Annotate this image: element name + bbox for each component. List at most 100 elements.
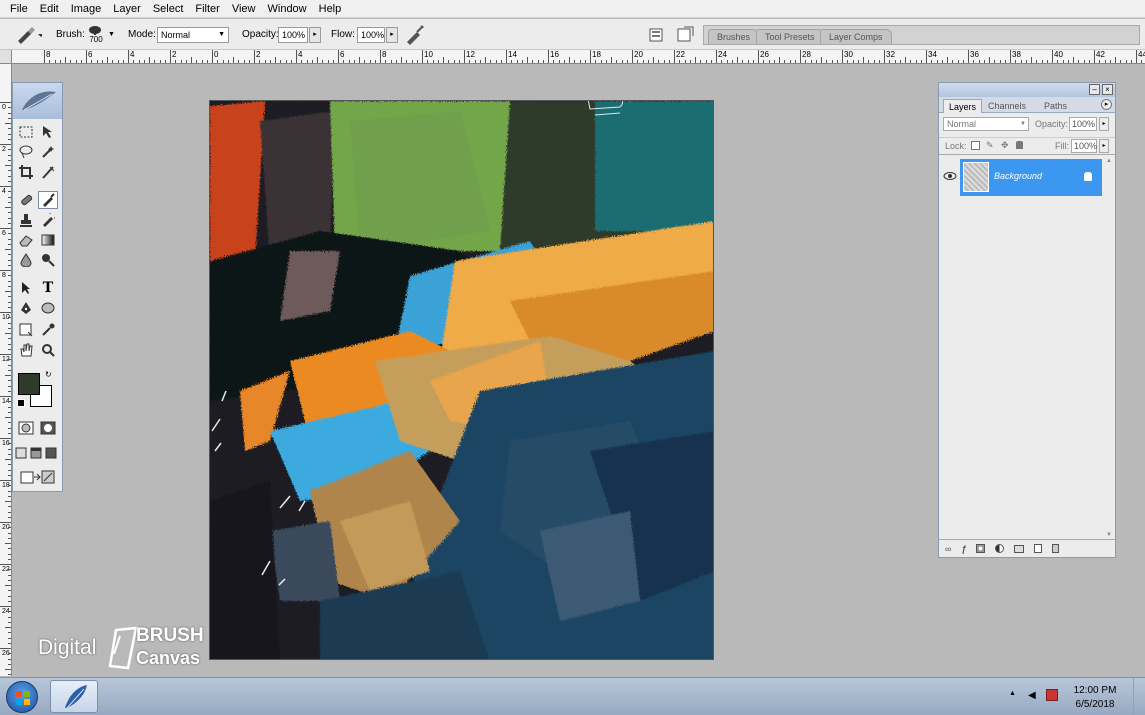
eyedropper-tool-icon[interactable] bbox=[38, 321, 58, 339]
fill-field[interactable]: 100% bbox=[1071, 139, 1097, 153]
menu-file[interactable]: File bbox=[4, 0, 34, 18]
default-colors-icon[interactable] bbox=[17, 399, 25, 407]
blur-tool-icon[interactable] bbox=[16, 251, 36, 269]
eraser-tool-icon[interactable] bbox=[16, 231, 36, 249]
standard-mode-icon[interactable] bbox=[16, 419, 36, 437]
tool-preset-picker[interactable] bbox=[14, 19, 42, 50]
magic-wand-tool-icon[interactable] bbox=[38, 143, 58, 161]
document-canvas[interactable] bbox=[209, 100, 714, 660]
swap-colors-icon[interactable]: ↻ bbox=[45, 370, 52, 379]
ruler-v-tick bbox=[0, 648, 11, 649]
layer-style-icon[interactable]: ƒ bbox=[961, 544, 966, 554]
feather-logo-icon[interactable] bbox=[18, 88, 58, 114]
lasso-tool-icon[interactable] bbox=[16, 143, 36, 161]
path-selection-tool-icon[interactable] bbox=[16, 279, 36, 297]
layer-mask-icon[interactable] bbox=[976, 544, 986, 553]
jump-to-imageready-icon[interactable] bbox=[18, 468, 58, 486]
healing-brush-tool-icon[interactable] bbox=[16, 191, 36, 209]
lock-transparency-icon[interactable] bbox=[971, 141, 980, 150]
menu-select[interactable]: Select bbox=[147, 0, 190, 18]
layer-opacity-slider-button[interactable]: ▸ bbox=[1099, 117, 1109, 131]
menu-filter[interactable]: Filter bbox=[189, 0, 225, 18]
fill-slider-button[interactable]: ▸ bbox=[1099, 139, 1109, 153]
history-brush-tool-icon[interactable] bbox=[38, 211, 58, 229]
brush-picker[interactable]: 700 bbox=[88, 19, 104, 50]
delete-layer-icon[interactable] bbox=[1052, 544, 1060, 553]
marquee-tool-icon[interactable] bbox=[16, 123, 36, 141]
ellipse-shape-tool-icon[interactable] bbox=[38, 299, 58, 317]
menu-edit[interactable]: Edit bbox=[34, 0, 65, 18]
ruler-origin[interactable] bbox=[0, 50, 12, 64]
well-tab-brushes[interactable]: Brushes bbox=[708, 29, 760, 44]
palette-menu-icon[interactable]: ▸ bbox=[1101, 99, 1112, 110]
pen-tool-icon[interactable] bbox=[16, 299, 36, 317]
network-icon[interactable] bbox=[1046, 689, 1058, 701]
tray-expand-icon[interactable]: ▲ bbox=[1009, 690, 1016, 697]
start-button[interactable] bbox=[6, 681, 38, 713]
brush-tool-icon[interactable] bbox=[38, 191, 58, 209]
slice-tool-icon[interactable] bbox=[38, 163, 58, 181]
layer-row-background[interactable]: Background bbox=[960, 159, 1102, 196]
close-icon[interactable]: × bbox=[1102, 84, 1113, 95]
lock-pixels-icon[interactable]: ✎ bbox=[986, 140, 994, 151]
airbrush-icon[interactable] bbox=[403, 24, 425, 46]
blend-mode-select[interactable]: Normal ▼ bbox=[943, 117, 1029, 131]
menu-view[interactable]: View bbox=[226, 0, 262, 18]
standard-screen-mode-icon[interactable] bbox=[14, 444, 28, 462]
lock-all-icon[interactable] bbox=[1016, 141, 1023, 149]
show-desktop-button[interactable] bbox=[1133, 678, 1145, 715]
type-tool-icon[interactable]: T bbox=[38, 279, 58, 297]
layer-opacity-field[interactable]: 100% bbox=[1069, 117, 1097, 131]
opacity-slider-button[interactable]: ▸ bbox=[309, 26, 321, 43]
ruler-h-tick bbox=[579, 60, 581, 63]
full-screen-mode-icon[interactable] bbox=[44, 444, 58, 462]
palette-well-icon[interactable] bbox=[674, 24, 696, 46]
lock-position-icon[interactable]: ✥ bbox=[1001, 140, 1009, 151]
system-clock[interactable]: 12:00 PM 6/5/2018 bbox=[1064, 684, 1126, 712]
zoom-tool-icon[interactable] bbox=[38, 341, 58, 359]
full-screen-menu-mode-icon[interactable] bbox=[29, 444, 43, 462]
scroll-down-icon[interactable]: ▼ bbox=[1106, 532, 1112, 538]
palette-scrollbar[interactable]: ▲ ▼ bbox=[1106, 158, 1114, 538]
palette-titlebar[interactable]: – × bbox=[939, 83, 1115, 97]
clone-stamp-tool-icon[interactable] bbox=[16, 211, 36, 229]
opacity-field[interactable]: 100% bbox=[278, 26, 308, 43]
menu-layer[interactable]: Layer bbox=[107, 0, 147, 18]
well-tab-layer-comps[interactable]: Layer Comps bbox=[820, 29, 892, 44]
foreground-color-swatch-front[interactable] bbox=[18, 373, 40, 395]
crop-tool-icon[interactable] bbox=[16, 163, 36, 181]
ruler-h-tick bbox=[889, 60, 891, 63]
minimize-icon[interactable]: – bbox=[1089, 84, 1100, 95]
menu-help[interactable]: Help bbox=[313, 0, 348, 18]
tab-paths[interactable]: Paths bbox=[1039, 99, 1072, 113]
ruler-h-tick bbox=[159, 60, 161, 63]
new-layer-icon[interactable] bbox=[1034, 544, 1043, 553]
file-browser-icon[interactable] bbox=[645, 24, 667, 46]
layer-visibility-eye-icon[interactable] bbox=[943, 171, 957, 181]
link-layers-icon[interactable]: ∞ bbox=[945, 544, 951, 554]
volume-icon[interactable]: ◀ bbox=[1028, 690, 1036, 701]
flow-field[interactable]: 100% bbox=[357, 26, 385, 43]
ruler-v-tick bbox=[8, 317, 11, 319]
menu-image[interactable]: Image bbox=[65, 0, 108, 18]
well-tab-tool-presets[interactable]: Tool Presets bbox=[756, 29, 824, 44]
new-group-icon[interactable] bbox=[1014, 544, 1025, 553]
mode-select[interactable]: Normal ▼ bbox=[157, 26, 229, 43]
ruler-h-tick bbox=[558, 60, 560, 63]
tab-layers[interactable]: Layers bbox=[943, 99, 983, 113]
scroll-up-icon[interactable]: ▲ bbox=[1106, 158, 1114, 164]
chevron-down-icon[interactable]: ▼ bbox=[108, 31, 115, 38]
flow-slider-button[interactable]: ▸ bbox=[386, 26, 398, 43]
taskbar-photoshop-button[interactable] bbox=[50, 680, 98, 713]
dodge-tool-icon[interactable] bbox=[38, 251, 58, 269]
ruler-h-tick bbox=[1083, 60, 1085, 63]
adjustment-layer-icon[interactable] bbox=[995, 544, 1005, 553]
menu-window[interactable]: Window bbox=[262, 0, 313, 18]
hand-tool-icon[interactable] bbox=[16, 341, 36, 359]
ruler-h-tick bbox=[899, 60, 901, 63]
quick-mask-mode-icon[interactable] bbox=[38, 419, 58, 437]
move-tool-icon[interactable] bbox=[38, 123, 58, 141]
notes-tool-icon[interactable] bbox=[16, 321, 36, 339]
tab-channels[interactable]: Channels bbox=[983, 99, 1031, 113]
gradient-tool-icon[interactable] bbox=[38, 231, 58, 249]
